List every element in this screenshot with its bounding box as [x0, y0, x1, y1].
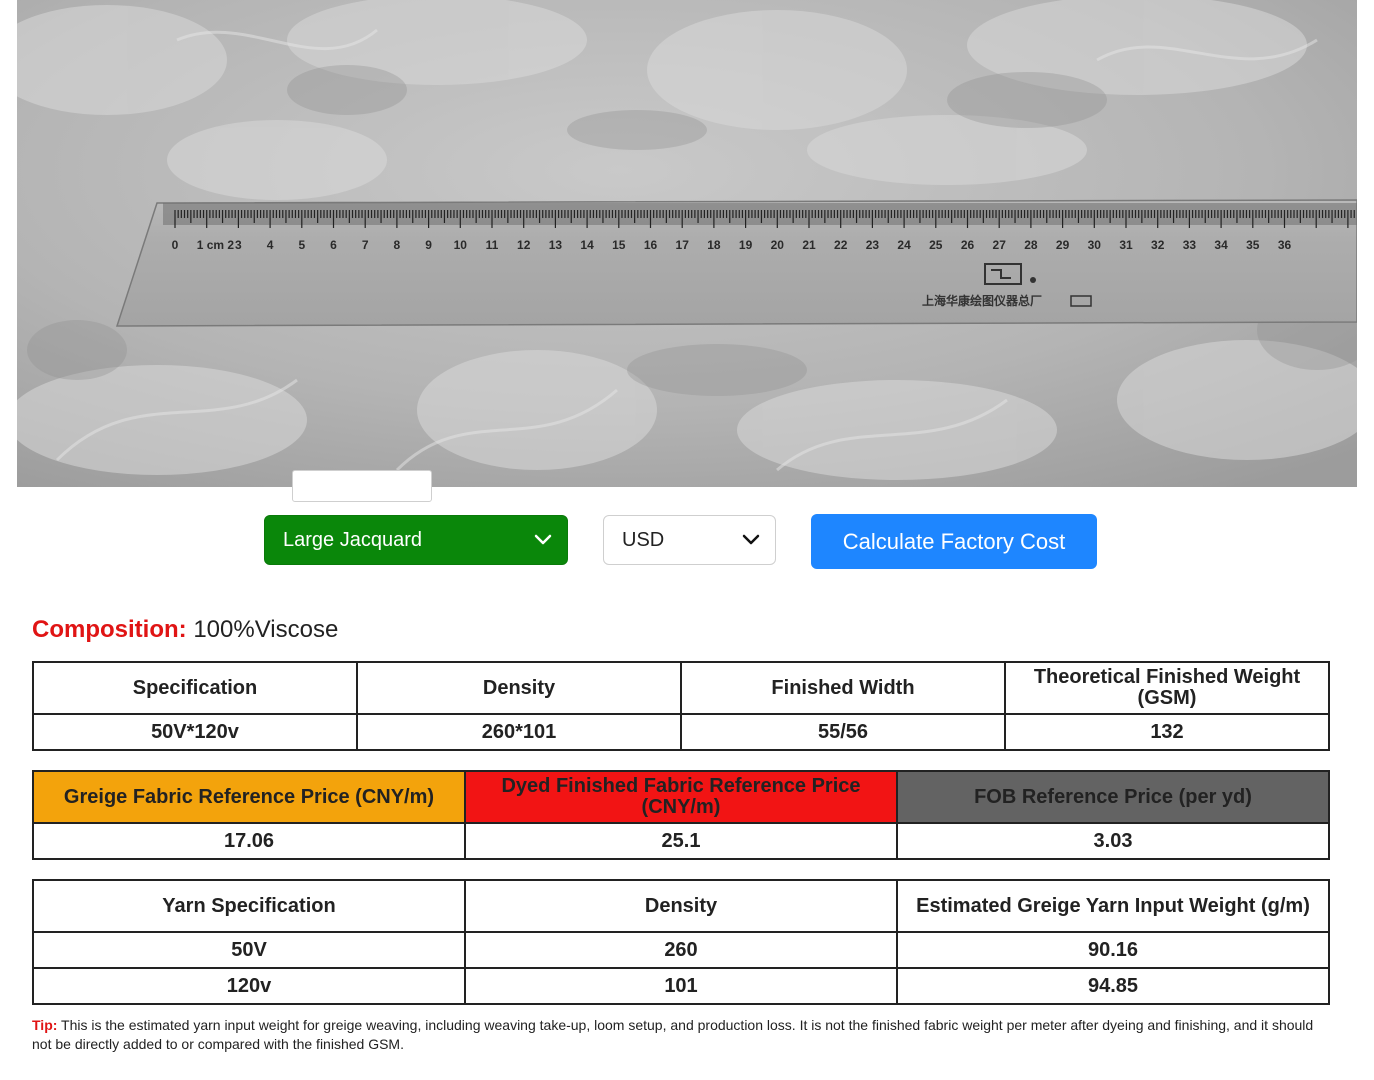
ruler-number: 30: [1088, 238, 1102, 252]
table-cell: 120v: [32, 967, 466, 1005]
ruler-number: 13: [549, 238, 563, 252]
table-row: 17.06 25.1 3.03: [32, 822, 1330, 860]
table-cell: 101: [464, 967, 898, 1005]
ruler-number: 28: [1024, 238, 1038, 252]
ruler-number: 18: [707, 238, 721, 252]
ruler-number: 26: [961, 238, 975, 252]
table-row: 120v 101 94.85: [32, 967, 1330, 1005]
ruler-number: 25: [929, 238, 943, 252]
dyed-price-header: Dyed Finished Fabric Reference Price (CN…: [464, 770, 898, 824]
yarn-table: Yarn Specification Density Estimated Gre…: [32, 879, 1330, 1005]
ruler-number: 5: [298, 238, 305, 252]
ruler-number: 0: [172, 238, 179, 252]
price-table: Greige Fabric Reference Price (CNY/m) Dy…: [32, 770, 1330, 860]
fabric-photo-svg: 01 cm 2 3 4 5 6 7 8 9 10 11 12 13 14 15 16 17 18 19 20 21 22…: [17, 0, 1357, 487]
greige-price-value: 17.06: [32, 822, 466, 860]
table-cell: 50V: [32, 931, 466, 969]
table-header: Estimated Greige Yarn Input Weight (g/m): [896, 879, 1330, 933]
chevron-down-icon: [742, 534, 760, 545]
table-header: Density: [464, 879, 898, 933]
table-header: Density: [356, 661, 682, 715]
table-header: Specification: [32, 661, 358, 715]
table-header-row: Specification Density Finished Width The…: [32, 661, 1330, 715]
table-cell: 260*101: [356, 713, 682, 751]
ruler-number: 7: [362, 238, 369, 252]
ruler-number: 19: [739, 238, 753, 252]
composition-value: 100%Viscose: [193, 616, 339, 643]
ruler-number: 31: [1119, 238, 1133, 252]
table-cell: 132: [1004, 713, 1330, 751]
ruler-number: 20: [771, 238, 785, 252]
ruler-number: 21: [802, 238, 816, 252]
table-row: 50V*120v 260*101 55/56 132: [32, 713, 1330, 751]
ruler-number: 1 cm 2: [197, 238, 235, 252]
ruler-number: 34: [1214, 238, 1228, 252]
currency-select[interactable]: USD: [603, 515, 776, 565]
process-select[interactable]: Large Jacquard: [264, 515, 568, 565]
ruler-brand-text: 上海华康绘图仪器总厂: [922, 293, 1042, 308]
tip-label: Tip:: [32, 1017, 58, 1033]
ruler-number: 11: [486, 238, 499, 252]
ruler-number: 3: [235, 238, 242, 252]
tip-text: This is the estimated yarn input weight …: [32, 1017, 1314, 1052]
calculate-factory-cost-button[interactable]: Calculate Factory Cost: [811, 514, 1097, 569]
ruler-number: 16: [644, 238, 658, 252]
ruler-number: 14: [580, 238, 594, 252]
ruler-number: 8: [394, 238, 401, 252]
ruler-number: 22: [834, 238, 848, 252]
ruler-number: 23: [866, 238, 880, 252]
ruler-number: 4: [267, 238, 274, 252]
fob-price-value: 3.03: [896, 822, 1330, 860]
composition: Composition: 100%Viscose: [32, 616, 338, 644]
ruler-number: 17: [676, 238, 690, 252]
table-cell: 50V*120v: [32, 713, 358, 751]
ruler-number: 27: [993, 238, 1007, 252]
partially-hidden-row: [0, 470, 1374, 502]
table-cell: 94.85: [896, 967, 1330, 1005]
table-header-row: Yarn Specification Density Estimated Gre…: [32, 879, 1330, 933]
controls-bar: Large Jacquard USD Calculate Factory Cos…: [0, 514, 1374, 571]
ruler-number: 10: [454, 238, 468, 252]
ruler-number: 15: [612, 238, 626, 252]
composition-label: Composition:: [32, 616, 187, 643]
table-cell: 90.16: [896, 931, 1330, 969]
table-header: Finished Width: [680, 661, 1006, 715]
ruler-number: 12: [517, 238, 531, 252]
ruler-number: 36: [1278, 238, 1292, 252]
table-cell: 55/56: [680, 713, 1006, 751]
table-cell: 260: [464, 931, 898, 969]
ruler-number: 29: [1056, 238, 1070, 252]
ruler-number: 24: [897, 238, 911, 252]
hidden-input-field[interactable]: [292, 470, 432, 502]
chevron-down-icon: [534, 534, 552, 545]
ruler-number: 6: [330, 238, 337, 252]
currency-select-value: USD: [622, 528, 665, 551]
table-header-row: Greige Fabric Reference Price (CNY/m) Dy…: [32, 770, 1330, 824]
fob-price-header: FOB Reference Price (per yd): [896, 770, 1330, 824]
specification-table: Specification Density Finished Width The…: [32, 661, 1330, 751]
table-row: 50V 260 90.16: [32, 931, 1330, 969]
tip-note: Tip: This is the estimated yarn input we…: [32, 1016, 1322, 1054]
table-header: Yarn Specification: [32, 879, 466, 933]
greige-price-header: Greige Fabric Reference Price (CNY/m): [32, 770, 466, 824]
dyed-price-value: 25.1: [464, 822, 898, 860]
ruler-number: 33: [1183, 238, 1197, 252]
table-header: Theoretical Finished Weight (GSM): [1004, 661, 1330, 715]
fabric-photo: 01 cm 2 3 4 5 6 7 8 9 10 11 12 13 14 15 16 17 18 19 20 21 22…: [17, 0, 1357, 487]
ruler-number: 32: [1151, 238, 1165, 252]
process-select-value: Large Jacquard: [283, 528, 422, 551]
ruler-number: 9: [425, 238, 432, 252]
ruler-number: 35: [1246, 238, 1260, 252]
